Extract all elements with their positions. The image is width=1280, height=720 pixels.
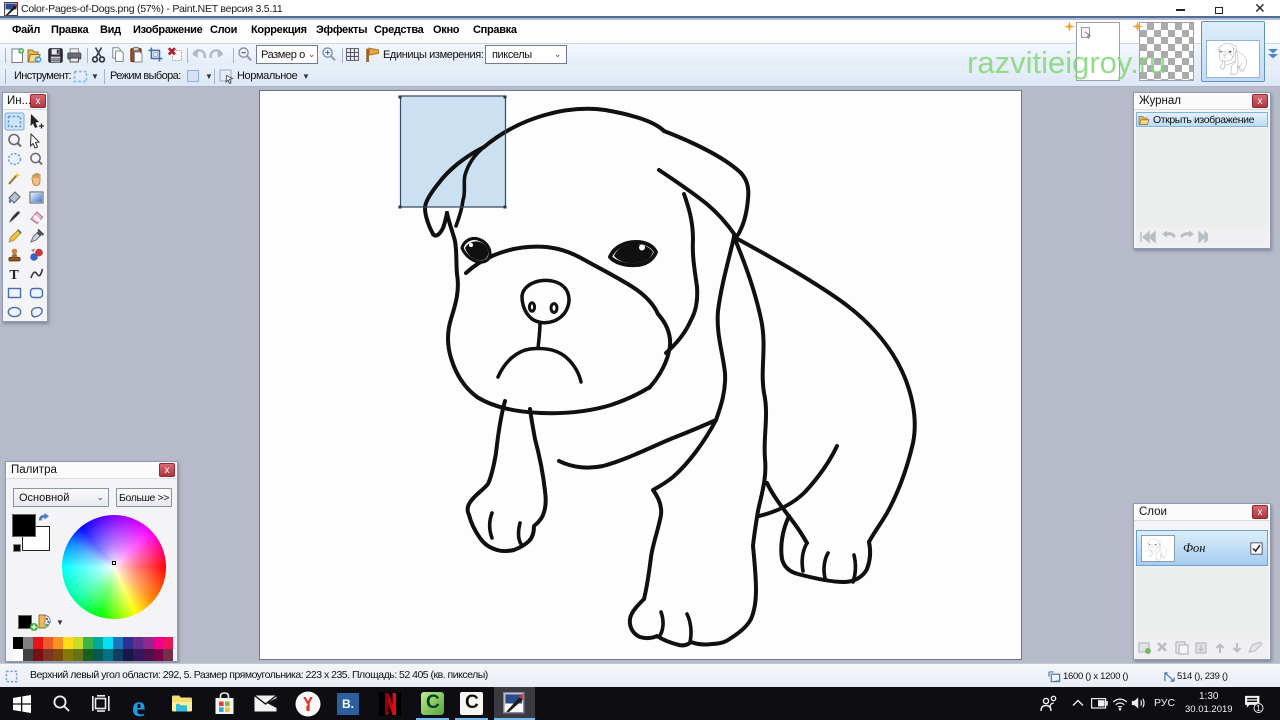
svg-text:1: 1 xyxy=(1256,704,1261,713)
svg-text:T: T xyxy=(9,268,19,283)
